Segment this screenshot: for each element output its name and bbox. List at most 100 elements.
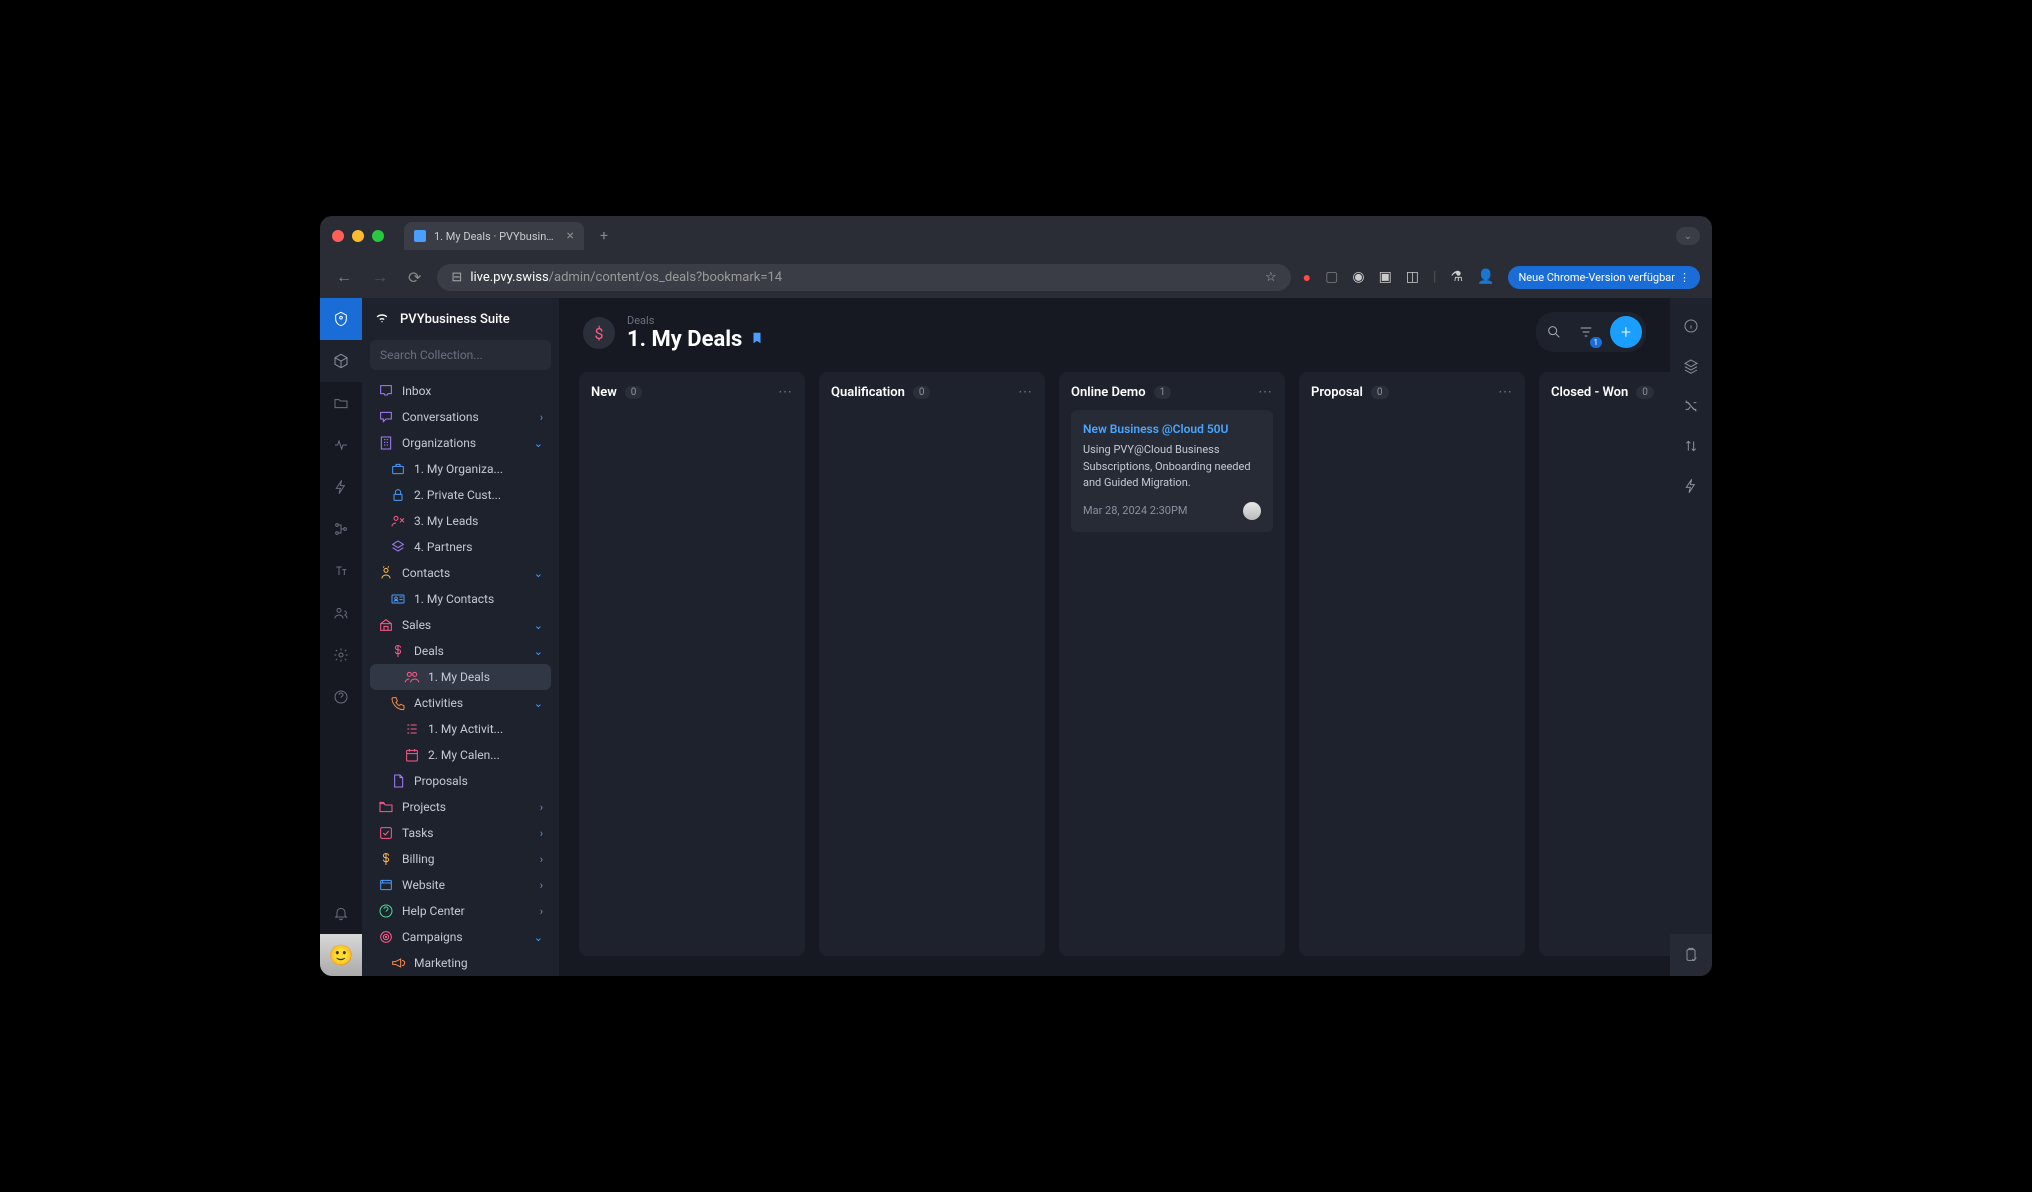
sidebar-item-projects[interactable]: Projects›: [370, 794, 551, 820]
address-bar[interactable]: ⊟ live.pvy.swiss/admin/content/os_deals?…: [437, 264, 1290, 291]
sidebar-item-label: Conversations: [402, 410, 532, 424]
sidebar-item-1-my-deals[interactable]: 1. My Deals: [370, 664, 551, 690]
sidebar-item-marketing[interactable]: Marketing: [370, 950, 551, 976]
user-avatar[interactable]: 🙂: [320, 934, 362, 976]
sidebar-item-proposals[interactable]: Proposals: [370, 768, 551, 794]
bookmark-icon[interactable]: [750, 331, 764, 349]
info-icon[interactable]: [1670, 308, 1712, 344]
column-menu-button[interactable]: ⋯: [778, 384, 793, 400]
rail-activity-icon[interactable]: [320, 424, 362, 466]
app-body: 🙂 PVYbusiness Suite Search Collection...…: [320, 298, 1712, 976]
column-menu-button[interactable]: ⋯: [1018, 384, 1033, 400]
sidebar-item-organizations[interactable]: Organizations⌄: [370, 430, 551, 456]
sidebar-item-label: 1. My Deals: [428, 670, 543, 684]
site-info-icon[interactable]: ⊟: [451, 270, 462, 285]
sidebar-item-sales[interactable]: Sales⌄: [370, 612, 551, 638]
rail-users-icon[interactable]: [320, 592, 362, 634]
column-count-badge: 0: [913, 386, 931, 399]
reload-button[interactable]: ⟳: [404, 264, 425, 291]
sidebar-item-4-partners[interactable]: 4. Partners: [370, 534, 551, 560]
page-title: 1. My Deals: [627, 327, 764, 352]
maximize-window-icon[interactable]: [372, 230, 384, 242]
close-window-icon[interactable]: [332, 230, 344, 242]
column-menu-button[interactable]: ⋯: [1258, 384, 1273, 400]
card-description: Using PVY@Cloud Business Subscriptions, …: [1083, 442, 1261, 492]
column-body[interactable]: [1551, 410, 1670, 944]
profile-icon[interactable]: 👤: [1477, 269, 1494, 285]
sidebar-item-label: Billing: [402, 852, 532, 866]
sidebar-item-deals[interactable]: Deals⌄: [370, 638, 551, 664]
sidebar-item-label: Sales: [402, 618, 526, 632]
dollar-icon: [378, 851, 394, 867]
workspace-header[interactable]: PVYbusiness Suite: [362, 298, 559, 340]
labs-icon[interactable]: ⚗: [1450, 269, 1463, 285]
forward-button[interactable]: →: [368, 263, 392, 291]
tab-close-icon[interactable]: ×: [567, 228, 574, 244]
minimize-window-icon[interactable]: [352, 230, 364, 242]
extension-icon[interactable]: ▣: [1379, 269, 1392, 285]
divider: |: [1433, 269, 1436, 285]
breadcrumb[interactable]: Deals: [627, 314, 764, 327]
sidebar-item-tasks[interactable]: Tasks›: [370, 820, 551, 846]
sort-icon[interactable]: [1670, 428, 1712, 464]
column-count-badge: 1: [1154, 386, 1172, 399]
rail-text-icon[interactable]: [320, 550, 362, 592]
extension-icon[interactable]: ◫: [1406, 269, 1419, 285]
clipboard-icon[interactable]: [1670, 934, 1712, 976]
sidebar-item-billing[interactable]: Billing›: [370, 846, 551, 872]
bookmark-star-icon[interactable]: ☆: [1265, 270, 1277, 285]
right-rail: [1670, 298, 1712, 976]
new-tab-button[interactable]: +: [592, 224, 616, 248]
tab-list-button[interactable]: ⌄: [1676, 227, 1700, 245]
search-button[interactable]: [1540, 318, 1568, 346]
sidebar-item-1-my-organiza-[interactable]: 1. My Organiza...: [370, 456, 551, 482]
rail-folder-icon[interactable]: [320, 382, 362, 424]
sidebar-item-activities[interactable]: Activities⌄: [370, 690, 551, 716]
sidebar-item-label: 2. Private Cust...: [414, 488, 543, 502]
chevron-icon: ›: [540, 827, 543, 840]
extension-icon[interactable]: ◉: [1352, 269, 1364, 285]
layers-icon[interactable]: [1670, 348, 1712, 384]
column-body[interactable]: [1311, 410, 1513, 944]
rail-flow-icon[interactable]: [320, 508, 362, 550]
rail-cube-icon[interactable]: [320, 340, 362, 382]
assignee-avatar[interactable]: [1243, 502, 1261, 520]
sidebar-item-website[interactable]: Website›: [370, 872, 551, 898]
rail-bolt-icon[interactable]: [320, 466, 362, 508]
sidebar-item-label: Campaigns: [402, 930, 526, 944]
column-menu-button[interactable]: ⋯: [1498, 384, 1513, 400]
app-logo[interactable]: [320, 298, 362, 340]
back-button[interactable]: ←: [332, 263, 356, 291]
sidebar-item-inbox[interactable]: Inbox: [370, 378, 551, 404]
notifications-icon[interactable]: [320, 892, 362, 934]
chevron-icon: ⌄: [534, 931, 543, 944]
bolt-icon[interactable]: [1670, 468, 1712, 504]
rail-settings-icon[interactable]: [320, 634, 362, 676]
sidebar-item-2-my-calen-[interactable]: 2. My Calen...: [370, 742, 551, 768]
sidebar-item-campaigns[interactable]: Campaigns ⌄: [370, 924, 551, 950]
sidebar-item-help-center[interactable]: Help Center›: [370, 898, 551, 924]
extension-icon[interactable]: ●: [1303, 269, 1311, 286]
sidebar-item-conversations[interactable]: Conversations›: [370, 404, 551, 430]
search-input[interactable]: Search Collection...: [370, 340, 551, 370]
column-body[interactable]: [831, 410, 1033, 944]
sidebar-item-label: Contacts: [402, 566, 526, 580]
deal-card[interactable]: New Business @Cloud 50UUsing PVY@Cloud B…: [1071, 410, 1273, 532]
sidebar-item-2-private-cust-[interactable]: 2. Private Cust...: [370, 482, 551, 508]
sidebar-item-1-my-activit-[interactable]: 1. My Activit...: [370, 716, 551, 742]
page-header: $ Deals 1. My Deals 1 +: [559, 298, 1670, 362]
column-body[interactable]: New Business @Cloud 50UUsing PVY@Cloud B…: [1071, 410, 1273, 944]
filter-button[interactable]: 1: [1572, 318, 1600, 346]
extension-icon[interactable]: ▢: [1325, 269, 1338, 285]
chrome-update-button[interactable]: Neue Chrome-Version verfügbar ⋮: [1508, 266, 1700, 289]
browser-tab[interactable]: 1. My Deals · PVYbusiness S... ×: [404, 222, 584, 250]
chevron-icon: ›: [540, 905, 543, 918]
sidebar-item-3-my-leads[interactable]: 3. My Leads: [370, 508, 551, 534]
sidebar-item-contacts[interactable]: Contacts⌄: [370, 560, 551, 586]
add-button[interactable]: +: [1610, 316, 1642, 348]
shuffle-off-icon[interactable]: [1670, 388, 1712, 424]
column-body[interactable]: [591, 410, 793, 944]
rail-help-icon[interactable]: [320, 676, 362, 718]
sidebar-item-label: 3. My Leads: [414, 514, 543, 528]
sidebar-item-1-my-contacts[interactable]: 1. My Contacts: [370, 586, 551, 612]
